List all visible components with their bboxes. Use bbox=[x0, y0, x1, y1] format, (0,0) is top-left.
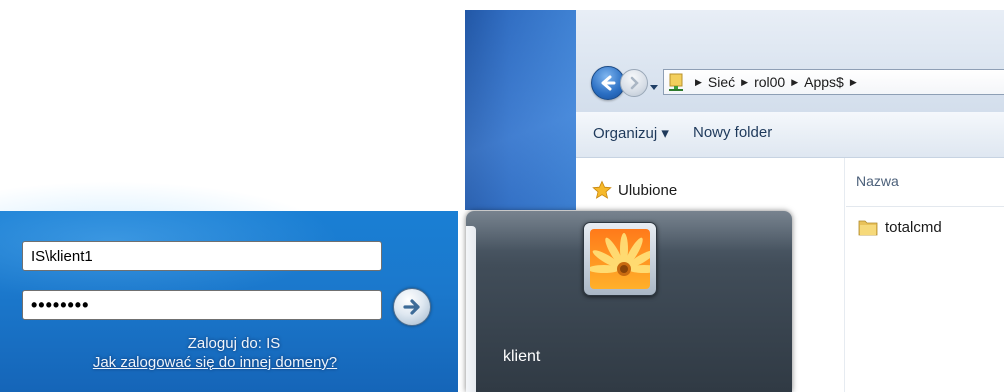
recent-pages-dropdown[interactable] bbox=[649, 77, 659, 90]
new-folder-button[interactable]: Nowy folder bbox=[693, 124, 772, 141]
breadcrumb-network[interactable]: Sieć bbox=[708, 74, 735, 90]
nav-item-label: Ulubione bbox=[618, 181, 678, 199]
breadcrumb-separator[interactable]: ▶ bbox=[791, 77, 798, 88]
organize-menu-button[interactable]: Organizuj ▾ bbox=[593, 124, 669, 142]
file-name: totalcmd bbox=[885, 218, 942, 236]
arrow-right-icon bbox=[630, 76, 639, 90]
breadcrumb-server[interactable]: rol00 bbox=[754, 74, 785, 90]
user-name-label[interactable]: klient bbox=[503, 348, 540, 366]
column-header-name[interactable]: Nazwa bbox=[856, 173, 899, 189]
submit-arrow-button[interactable] bbox=[393, 288, 431, 326]
other-domain-link[interactable]: Jak zalogować się do innej domeny? bbox=[0, 354, 444, 371]
programs-list-edge bbox=[466, 226, 476, 392]
address-bar[interactable]: ▶ Sieć ▶ rol00 ▶ Apps$ ▶ bbox=[663, 69, 1004, 95]
domain-label: Zaloguj do: IS bbox=[187, 335, 281, 352]
nav-item-favorites[interactable]: Ulubione bbox=[592, 180, 677, 200]
flower-avatar bbox=[590, 229, 650, 289]
breadcrumb-separator[interactable]: ▶ bbox=[695, 77, 702, 88]
list-item[interactable]: totalcmd bbox=[858, 218, 942, 236]
star-icon bbox=[592, 180, 612, 199]
file-list: Nazwa totalcmd bbox=[846, 158, 1004, 392]
username-field[interactable] bbox=[22, 241, 382, 271]
aero-glass-frame bbox=[465, 10, 576, 210]
password-field[interactable] bbox=[22, 290, 382, 320]
start-menu-pane: klient bbox=[466, 211, 792, 392]
arrow-right-icon bbox=[403, 299, 420, 315]
pane-divider[interactable] bbox=[844, 158, 845, 392]
header-divider bbox=[846, 206, 1004, 207]
breadcrumb-share[interactable]: Apps$ bbox=[804, 74, 844, 90]
chevron-down-icon bbox=[650, 85, 658, 90]
command-bar: Organizuj ▾ Nowy folder bbox=[576, 112, 1004, 158]
network-folder-icon bbox=[667, 72, 685, 92]
glass-sheen bbox=[465, 10, 576, 210]
user-picture-frame[interactable] bbox=[583, 222, 657, 296]
folder-icon bbox=[858, 220, 878, 236]
breadcrumb-separator[interactable]: ▶ bbox=[741, 77, 748, 88]
forward-button[interactable] bbox=[620, 69, 648, 97]
logon-panel: Zaloguj do: IS Jak zalogować się do inne… bbox=[0, 181, 458, 392]
explorer-titlebar bbox=[576, 10, 1004, 112]
arrow-left-icon bbox=[601, 75, 616, 91]
breadcrumb-separator[interactable]: ▶ bbox=[850, 77, 857, 88]
